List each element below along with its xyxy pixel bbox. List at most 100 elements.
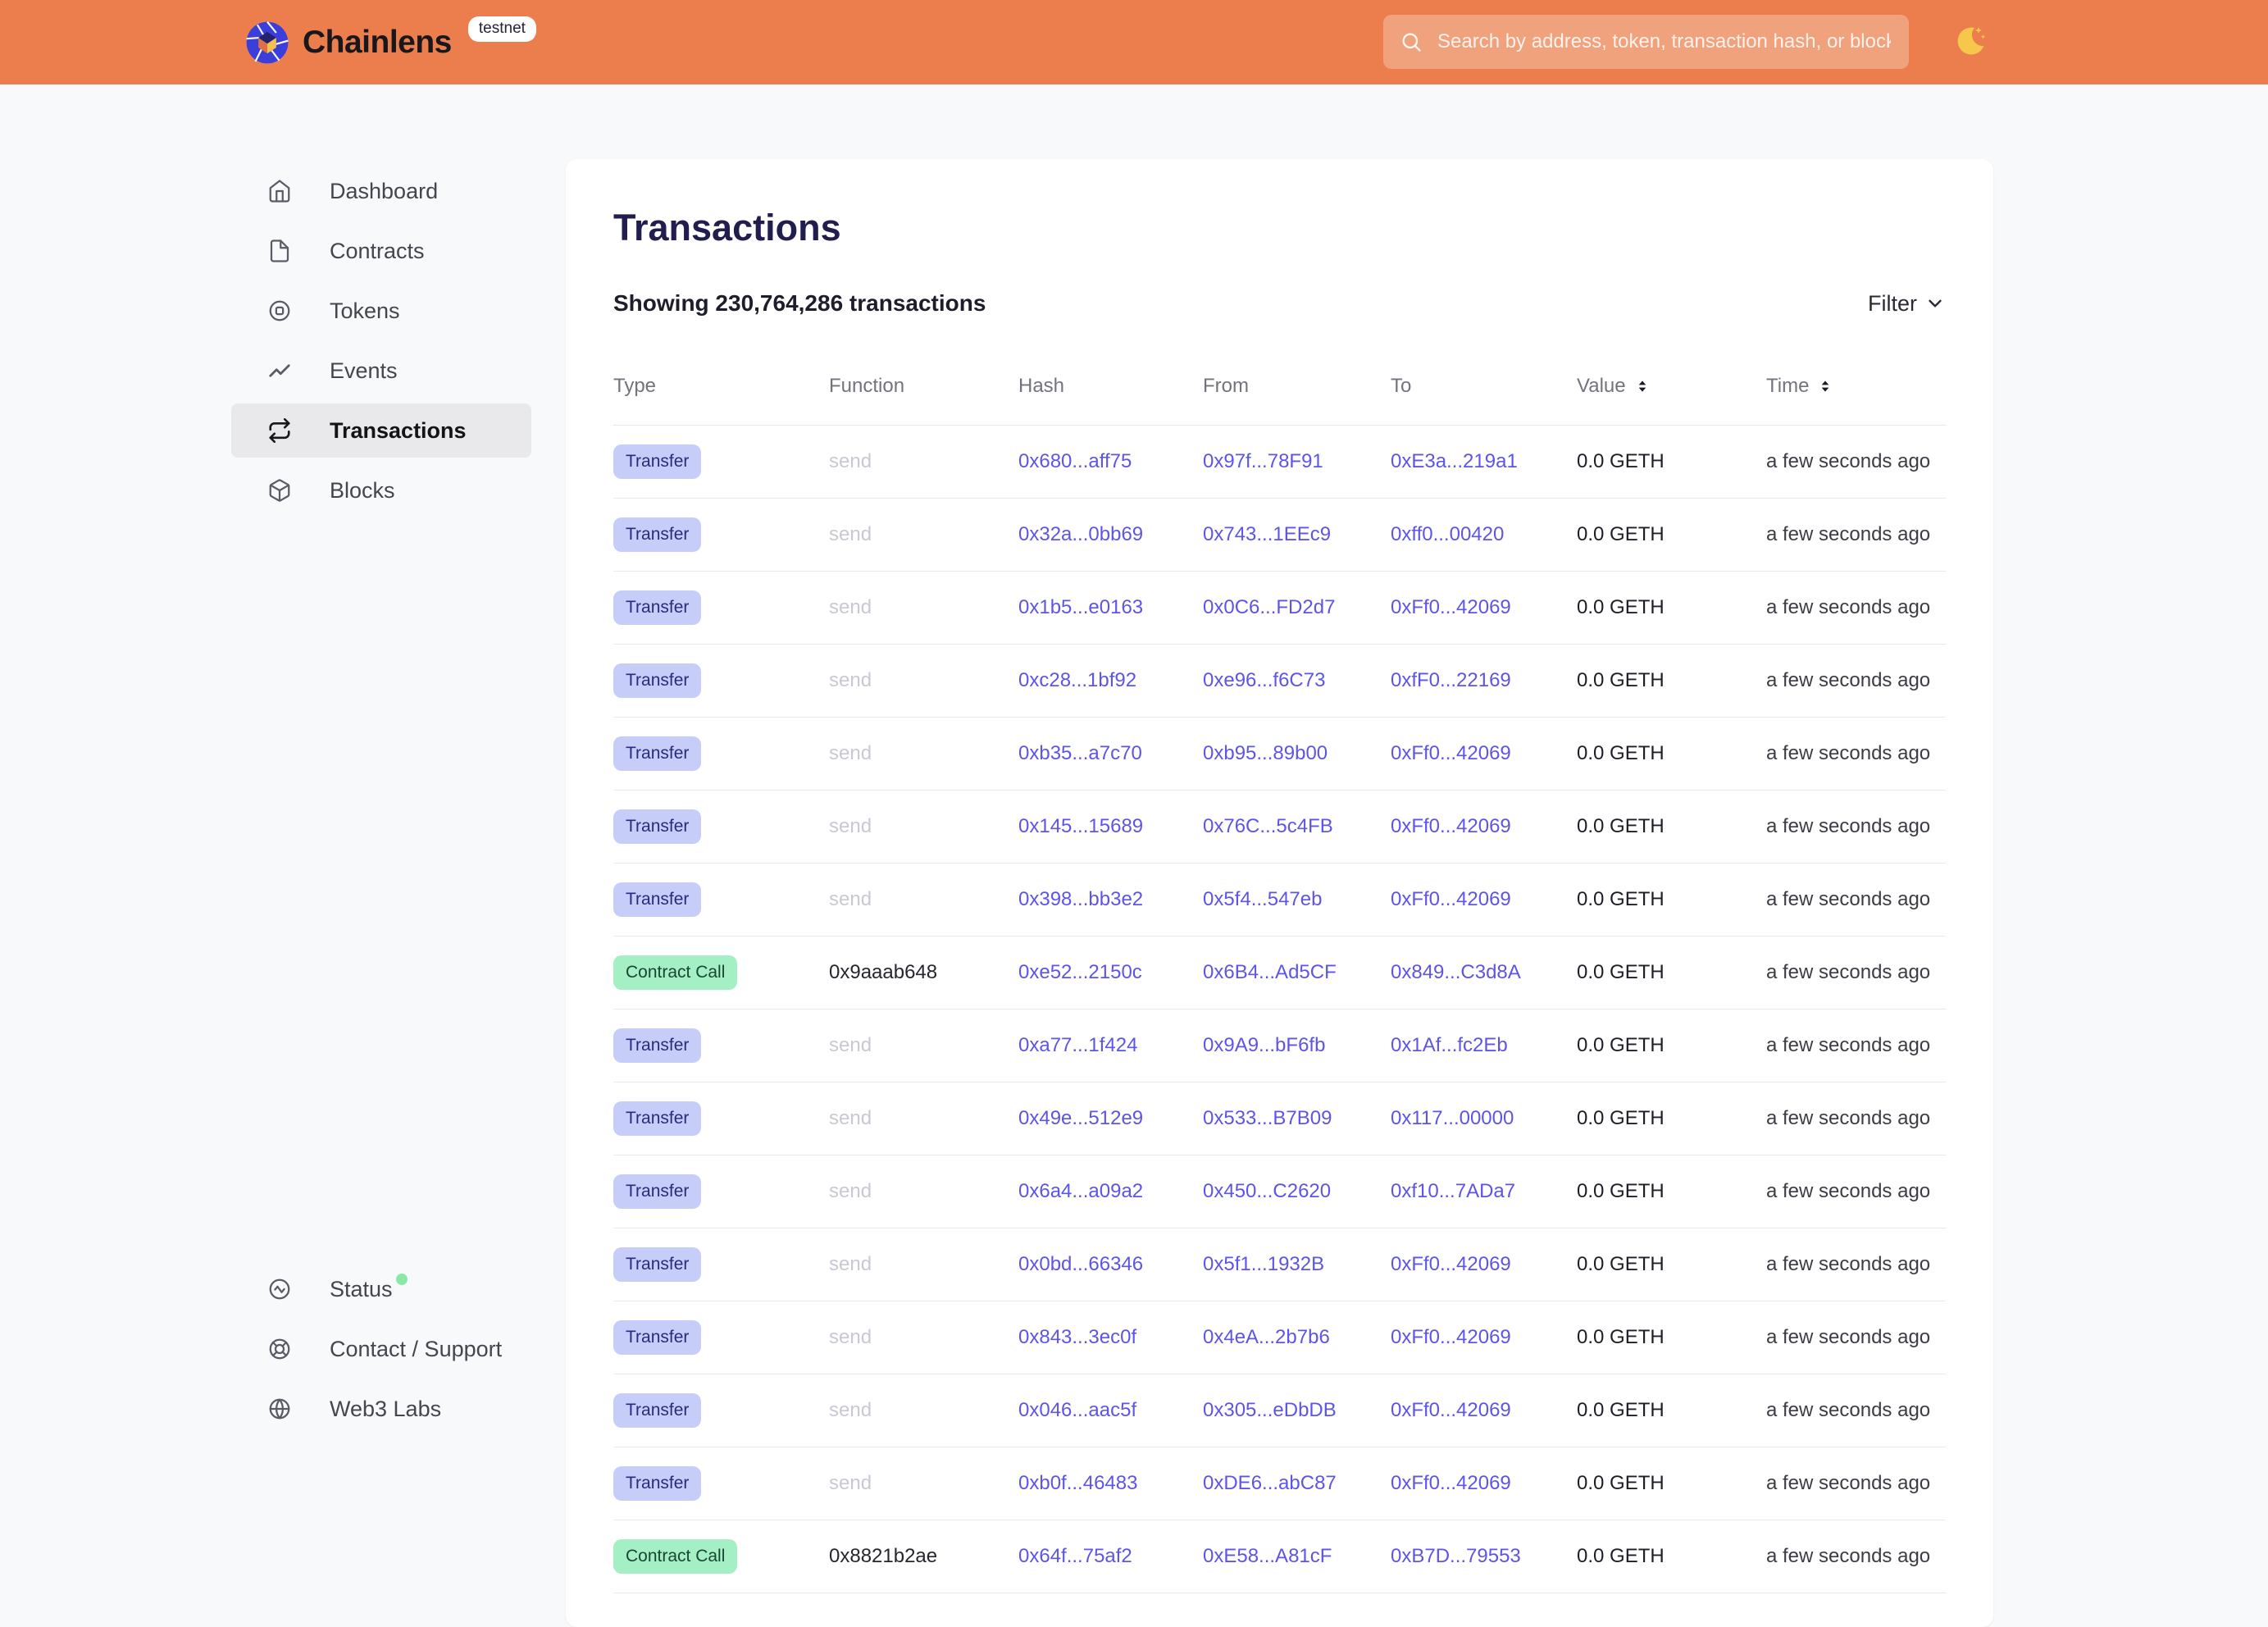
type-badge: Transfer [613,444,701,479]
value-cell: 0.0 GETH [1577,815,1766,838]
to-link[interactable]: 0xFf0...42069 [1391,742,1511,764]
hash-link[interactable]: 0x6a4...a09a2 [1018,1180,1143,1202]
to-link[interactable]: 0xFf0...42069 [1391,888,1511,910]
value-cell: 0.0 GETH [1577,523,1766,546]
value-cell: 0.0 GETH [1577,1326,1766,1349]
column-header-value[interactable]: Value [1577,375,1766,398]
from-link[interactable]: 0x5f4...547eb [1203,888,1322,910]
to-link[interactable]: 0x849...C3d8A [1391,961,1521,983]
hash-link[interactable]: 0x046...aac5f [1018,1399,1136,1421]
from-link[interactable]: 0x9A9...bF6fb [1203,1034,1325,1056]
from-link[interactable]: 0xe96...f6C73 [1203,669,1325,691]
to-link[interactable]: 0xFf0...42069 [1391,1253,1511,1275]
hash-link[interactable]: 0xe52...2150c [1018,961,1142,983]
to-link[interactable]: 0xfF0...22169 [1391,669,1511,691]
from-link[interactable]: 0x0C6...FD2d7 [1203,596,1335,618]
from-link[interactable]: 0x97f...78F91 [1203,450,1323,472]
hash-link[interactable]: 0x680...aff75 [1018,450,1132,472]
search-input[interactable] [1436,30,1892,54]
table-row: Transfer send 0x046...aac5f 0x305...eDbD… [613,1374,1946,1447]
to-link[interactable]: 0xFf0...42069 [1391,1472,1511,1494]
function-cell: send [829,1399,1018,1422]
from-link[interactable]: 0x5f1...1932B [1203,1253,1324,1275]
to-link[interactable]: 0xf10...7ADa7 [1391,1180,1515,1202]
from-link[interactable]: 0x305...eDbDB [1203,1399,1337,1421]
type-badge: Transfer [613,1028,701,1063]
column-header-hash: Hash [1018,375,1203,398]
sidebar-item-contracts[interactable]: Contracts [231,224,531,278]
hash-link[interactable]: 0x1b5...e0163 [1018,596,1143,618]
to-link[interactable]: 0x1Af...fc2Eb [1391,1034,1508,1056]
type-badge: Transfer [613,1320,701,1355]
value-cell: 0.0 GETH [1577,1107,1766,1130]
from-link[interactable]: 0xDE6...abC87 [1203,1472,1337,1494]
hash-link[interactable]: 0x64f...75af2 [1018,1545,1132,1567]
time-cell: a few seconds ago [1766,523,1946,546]
hash-link[interactable]: 0x145...15689 [1018,815,1143,837]
function-cell: 0x8821b2ae [829,1545,1018,1568]
hash-link[interactable]: 0x398...bb3e2 [1018,888,1143,910]
sidebar-item-tokens[interactable]: Tokens [231,284,531,338]
from-link[interactable]: 0xE58...A81cF [1203,1545,1332,1567]
hash-link[interactable]: 0xc28...1bf92 [1018,669,1136,691]
theme-toggle-moon-icon[interactable] [1952,25,1988,61]
chainlens-logo-icon [244,19,291,66]
time-cell: a few seconds ago [1766,450,1946,473]
sidebar-item-label: Contracts [330,239,425,264]
hash-link[interactable]: 0x32a...0bb69 [1018,523,1143,545]
type-badge: Transfer [613,736,701,771]
column-header-type: Type [613,375,829,398]
to-link[interactable]: 0xE3a...219a1 [1391,450,1518,472]
function-cell: send [829,1326,1018,1349]
sidebar-item-events[interactable]: Events [231,344,531,398]
filter-label: Filter [1868,291,1917,317]
table-row: Contract Call 0x8821b2ae 0x64f...75af2 0… [613,1520,1946,1593]
to-link[interactable]: 0xFf0...42069 [1391,815,1511,837]
column-header-time[interactable]: Time [1766,375,1946,398]
to-link[interactable]: 0xFf0...42069 [1391,1326,1511,1348]
lifebuoy-icon [267,1337,292,1361]
time-cell: a few seconds ago [1766,1253,1946,1276]
to-link[interactable]: 0xff0...00420 [1391,523,1504,545]
function-cell: send [829,450,1018,473]
from-link[interactable]: 0x450...C2620 [1203,1180,1331,1202]
time-cell: a few seconds ago [1766,1180,1946,1203]
table-row: Transfer send 0x0bd...66346 0x5f1...1932… [613,1228,1946,1301]
from-link[interactable]: 0x533...B7B09 [1203,1107,1332,1129]
sidebar-item-web3-labs[interactable]: Web3 Labs [231,1382,531,1436]
time-cell: a few seconds ago [1766,1107,1946,1130]
table-row: Transfer send 0x6a4...a09a2 0x450...C262… [613,1155,1946,1228]
sidebar-item-blocks[interactable]: Blocks [231,463,531,517]
brand-name: Chainlens [303,25,452,61]
token-icon [267,299,292,323]
hash-link[interactable]: 0xb0f...46483 [1018,1472,1137,1494]
value-cell: 0.0 GETH [1577,961,1766,984]
to-link[interactable]: 0xFf0...42069 [1391,1399,1511,1421]
hash-link[interactable]: 0x0bd...66346 [1018,1253,1143,1275]
column-header-from: From [1203,375,1391,398]
sidebar-item-transactions[interactable]: Transactions [231,403,531,458]
hash-link[interactable]: 0xb35...a7c70 [1018,742,1142,764]
from-link[interactable]: 0x743...1EEc9 [1203,523,1331,545]
document-icon [267,239,292,263]
column-header-to: To [1391,375,1577,398]
to-link[interactable]: 0xFf0...42069 [1391,596,1511,618]
hash-link[interactable]: 0xa77...1f424 [1018,1034,1137,1056]
from-link[interactable]: 0x76C...5c4FB [1203,815,1333,837]
hash-link[interactable]: 0x49e...512e9 [1018,1107,1143,1129]
brand[interactable]: Chainlens testnet [244,0,536,84]
to-link[interactable]: 0x117...00000 [1391,1107,1514,1129]
from-link[interactable]: 0x4eA...2b7b6 [1203,1326,1330,1348]
sidebar-item-dashboard[interactable]: Dashboard [231,164,531,218]
sidebar-item-contact-support[interactable]: Contact / Support [231,1322,531,1376]
trend-icon [267,358,292,383]
sidebar-item-status[interactable]: Status [231,1262,531,1316]
value-cell: 0.0 GETH [1577,742,1766,765]
table-row: Contract Call 0x9aaab648 0xe52...2150c 0… [613,937,1946,1009]
filter-button[interactable]: Filter [1868,291,1946,317]
search-bar[interactable] [1383,15,1909,69]
hash-link[interactable]: 0x843...3ec0f [1018,1326,1136,1348]
from-link[interactable]: 0x6B4...Ad5CF [1203,961,1337,983]
from-link[interactable]: 0xb95...89b00 [1203,742,1328,764]
to-link[interactable]: 0xB7D...79553 [1391,1545,1521,1567]
